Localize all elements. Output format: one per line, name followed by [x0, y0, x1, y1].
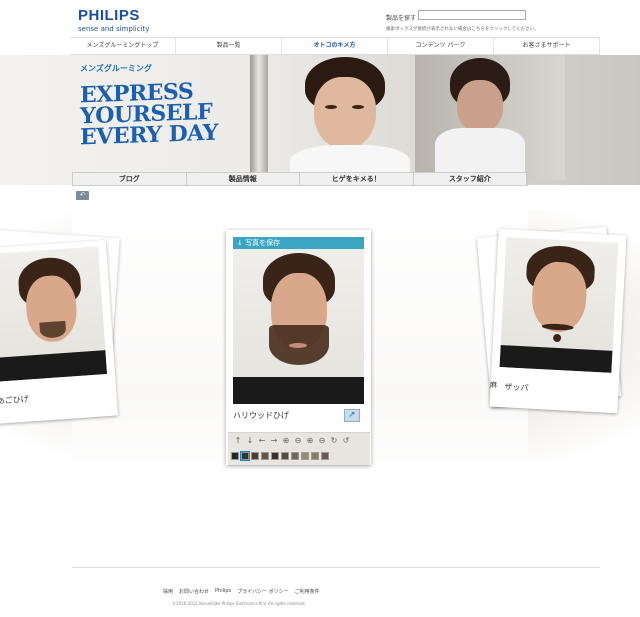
subnav-beard-style[interactable]: ヒゲをキメる！ — [300, 173, 414, 185]
nav-contents-park[interactable]: コンテンツ パーク — [388, 38, 494, 54]
color-swatch[interactable] — [291, 452, 299, 460]
back-button[interactable]: ↶ — [76, 191, 89, 200]
nav-otoko-kimekata[interactable]: オトコのキメ方 — [282, 38, 388, 54]
share-button[interactable]: ➚ — [344, 409, 360, 422]
shrink-icon[interactable]: ⊖ — [317, 436, 327, 446]
sub-nav: ブログ 製品情報 ヒゲをキメる！ スタッフ紹介 — [72, 172, 528, 186]
footer-link-contact[interactable]: お問い合わせ — [179, 588, 209, 595]
copyright: ©2010-2011 Koninklijke Philips Electroni… — [172, 601, 306, 606]
right-card-caption: ザッパ — [504, 382, 529, 393]
brand-tagline: sense and simplicity — [78, 25, 150, 33]
footer-links: 採用 お問い合わせ Philips プライバシー ポリシー ご利用条件 — [163, 588, 320, 595]
subnav-blog[interactable]: ブログ — [73, 173, 187, 185]
color-swatch[interactable] — [281, 452, 289, 460]
widen-icon[interactable]: ⊕ — [281, 436, 291, 446]
tool-buttons: ↑ ↓ ← → ⊕ ⊖ ⊕ ⊖ ↻ ↺ — [233, 436, 351, 446]
search-label: 製品を探す — [386, 15, 417, 22]
nav-products[interactable]: 製品一覧 — [176, 38, 282, 54]
color-swatch[interactable] — [301, 452, 309, 460]
color-swatch[interactable] — [321, 452, 329, 460]
left-card[interactable]: あごひげ — [0, 239, 118, 425]
save-photo-label: 写真を保存 — [245, 239, 281, 247]
move-up-icon[interactable]: ↑ — [233, 436, 243, 446]
subnav-staff[interactable]: スタッフ紹介 — [414, 173, 527, 185]
move-down-icon[interactable]: ↓ — [245, 436, 255, 446]
save-photo-button[interactable]: ↓ 写真を保存 — [233, 237, 364, 249]
move-left-icon[interactable]: ← — [257, 436, 267, 446]
enlarge-icon[interactable]: ⊕ — [305, 436, 315, 446]
right-card[interactable]: ザッパ — [489, 228, 627, 414]
undo-arrow-icon: ↶ — [79, 191, 86, 199]
hero-title: EXPRESS YOURSELF EVERY DAY — [80, 78, 218, 151]
search-note: 検索ボックスが接続が表示されない場合はこちらをクリックしてください。 — [386, 27, 539, 32]
hero-title-line-3: EVERY DAY — [80, 119, 218, 151]
top-nav: メンズグルーミングトップ 製品一覧 オトコのキメ方 コンテンツ パーク お客さま… — [70, 37, 600, 55]
hero-mirror-frame — [250, 55, 268, 175]
brand-name: PHILIPS — [78, 7, 140, 24]
color-swatch[interactable] — [271, 452, 279, 460]
footer-link-recruit[interactable]: 採用 — [163, 588, 173, 595]
center-photo — [233, 249, 364, 404]
right-card-side-caption: 麻 — [490, 381, 497, 389]
nav-support[interactable]: お客さまサポート — [494, 38, 600, 54]
left-card-caption: あごひげ — [0, 394, 29, 406]
center-card-caption: ハリウッドひげ — [233, 411, 289, 420]
color-swatch[interactable] — [240, 451, 250, 461]
share-arrow-icon: ➚ — [348, 410, 356, 420]
hero-subtitle: メンズグルーミング — [80, 64, 152, 73]
move-right-icon[interactable]: → — [269, 436, 279, 446]
rotate-right-icon[interactable]: ↻ — [329, 436, 339, 446]
color-swatches — [231, 451, 329, 461]
hero-model-reflection — [435, 58, 525, 183]
narrow-icon[interactable]: ⊖ — [293, 436, 303, 446]
rotate-left-icon[interactable]: ↺ — [341, 436, 351, 446]
color-swatch[interactable] — [251, 452, 259, 460]
color-swatch[interactable] — [261, 452, 269, 460]
footer-link-philips[interactable]: Philips — [215, 588, 231, 595]
left-card-photo — [0, 246, 108, 382]
footer-divider — [72, 567, 600, 568]
color-swatch[interactable] — [231, 452, 239, 460]
color-swatch[interactable] — [311, 452, 319, 460]
right-card-photo — [499, 237, 619, 373]
search-input[interactable] — [418, 10, 526, 20]
footer-link-terms[interactable]: ご利用条件 — [295, 588, 320, 595]
hero-model — [290, 55, 410, 185]
philips-logo[interactable]: PHILIPS sense and simplicity — [78, 8, 149, 33]
download-arrow-icon: ↓ — [237, 239, 246, 247]
footer-link-privacy[interactable]: プライバシー ポリシー — [237, 588, 289, 595]
subnav-product-info[interactable]: 製品情報 — [187, 173, 300, 185]
nav-mens-grooming-top[interactable]: メンズグルーミングトップ — [70, 38, 176, 54]
